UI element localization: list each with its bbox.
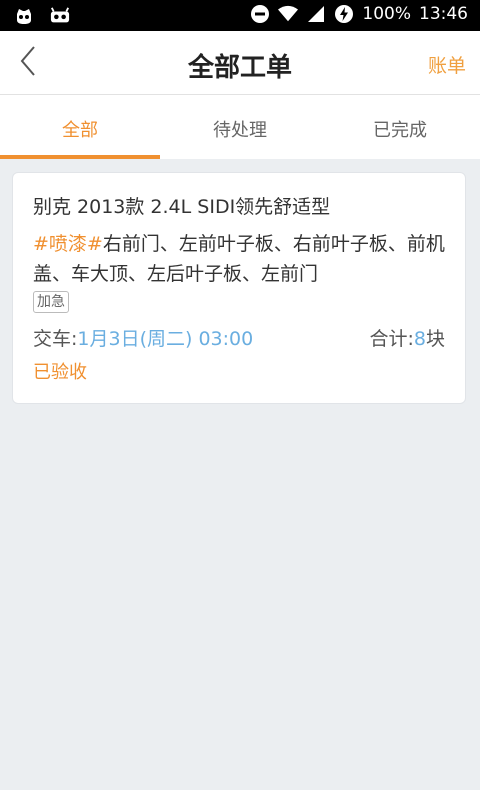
tab-pending[interactable]: 待处理 — [160, 95, 320, 159]
wifi-icon — [278, 4, 299, 24]
status-bar: 100% 13:46 — [0, 0, 480, 31]
page-title: 全部工单 — [187, 53, 292, 83]
service-description: #喷漆#右前门、左前叶子板、右前叶子板、前机盖、车大顶、左后叶子板、左前门 — [33, 229, 445, 289]
order-status: 已验收 — [33, 362, 87, 383]
status-right-icons: 100% 13:46 — [250, 4, 468, 24]
total-info: 合计:8块 — [369, 325, 445, 353]
status-left-icons — [14, 6, 70, 26]
signal-icon — [306, 4, 326, 24]
android-icon — [50, 6, 70, 26]
car-model: 别克 2013款 2.4L SIDI领先舒适型 — [33, 196, 331, 218]
total-unit: 块 — [425, 328, 445, 350]
tab-completed[interactable]: 已完成 — [320, 95, 480, 159]
delivery-time: 1月3日(周二) 03:00 — [77, 328, 254, 350]
delivery-info: 交车:1月3日(周二) 03:00 — [33, 325, 253, 353]
bill-button[interactable]: 账单 — [428, 51, 466, 78]
order-summary-row: 交车:1月3日(周二) 03:00 合计:8块 — [33, 325, 445, 353]
order-card[interactable]: 别克 2013款 2.4L SIDI领先舒适型 #喷漆#右前门、左前叶子板、右前… — [12, 172, 466, 404]
battery-charging-icon — [334, 4, 354, 24]
do-not-disturb-icon — [250, 4, 270, 24]
urgent-badge: 加急 — [33, 291, 69, 313]
total-count: 8 — [413, 328, 426, 350]
service-tag: #喷漆# — [33, 233, 103, 255]
clock: 13:46 — [419, 4, 468, 24]
tab-all[interactable]: 全部 — [0, 95, 160, 159]
incognito-icon — [14, 6, 34, 26]
total-label: 合计: — [369, 328, 414, 350]
nav-bar: 全部工单 账单 — [0, 31, 480, 95]
delivery-label: 交车: — [33, 328, 78, 350]
battery-percent: 100% — [362, 4, 411, 24]
tab-bar: 全部 待处理 已完成 — [0, 95, 480, 159]
